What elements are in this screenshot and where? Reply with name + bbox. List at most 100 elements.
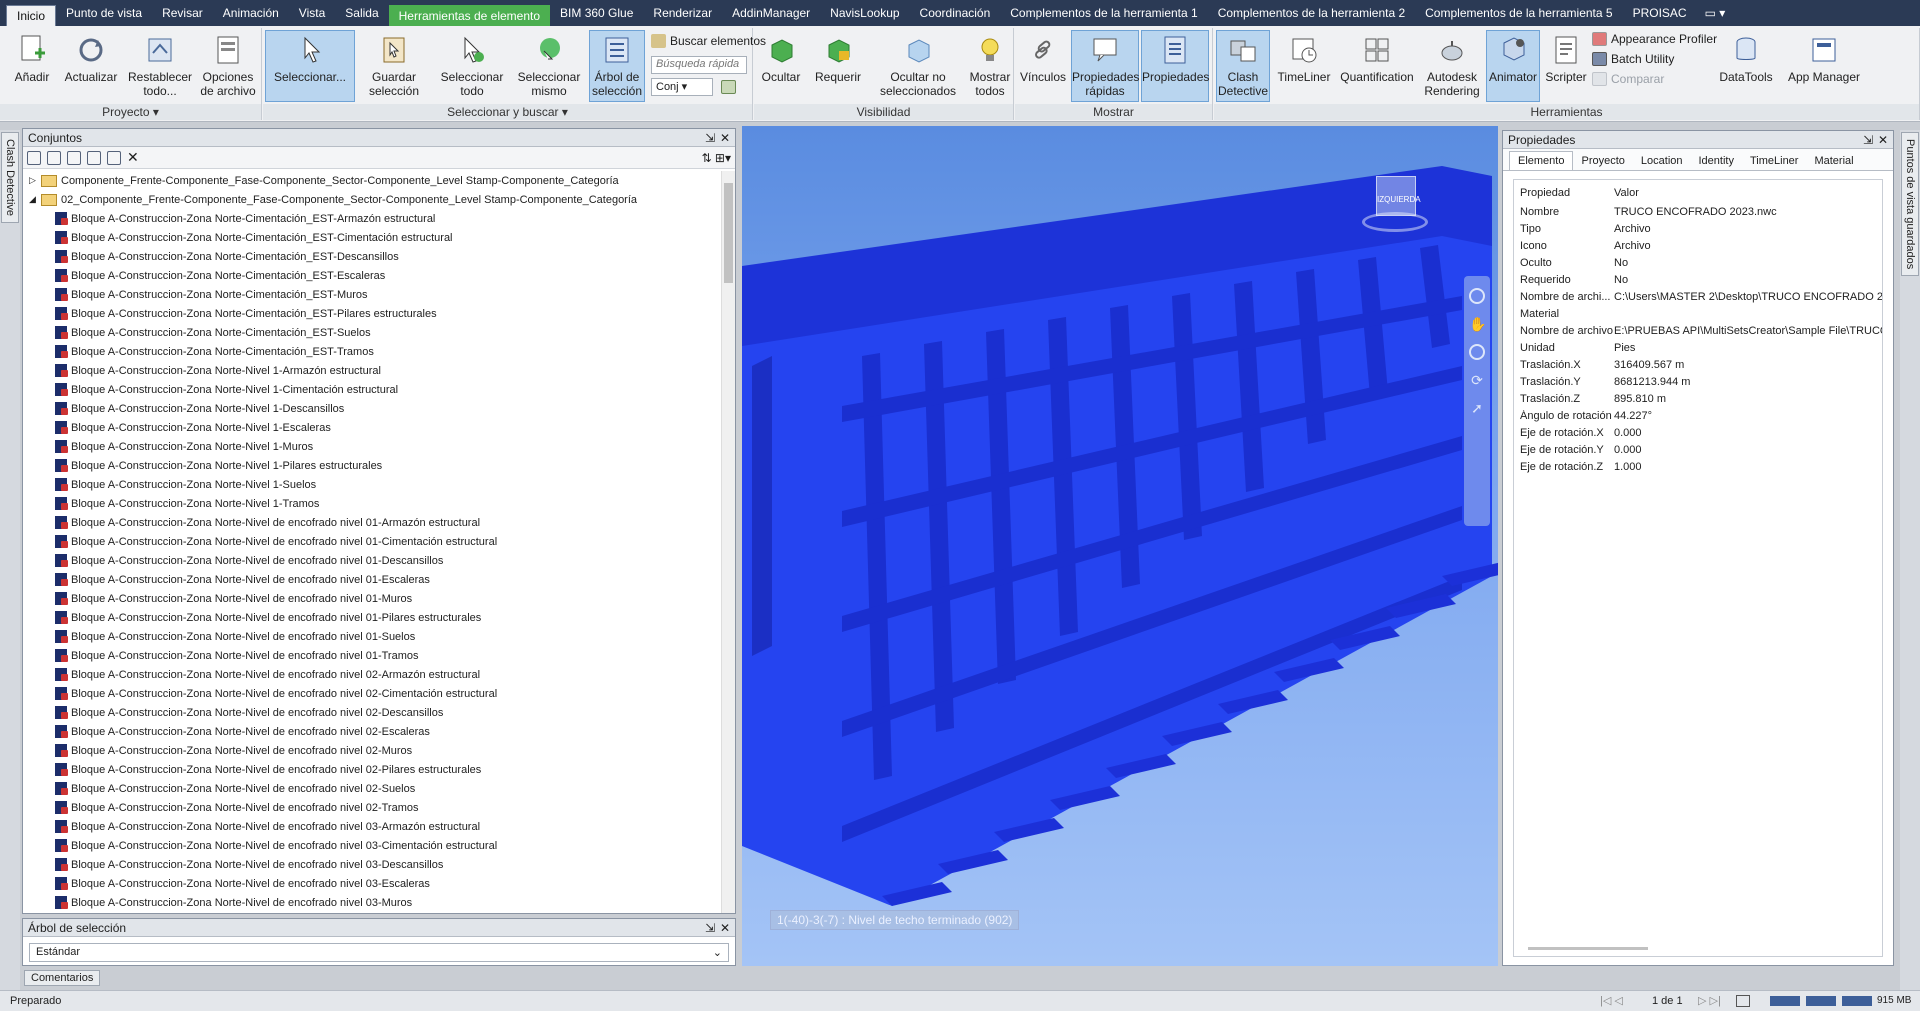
page-nav-next[interactable]: ▷ ▷| — [1698, 991, 1721, 1011]
tree-item[interactable]: Bloque A-Construccion-Zona Norte-Nivel d… — [23, 798, 721, 817]
tree-item[interactable]: Bloque A-Construccion-Zona Norte-Nivel d… — [23, 874, 721, 893]
seleccionar-button[interactable]: Seleccionar... — [265, 30, 355, 102]
viewcube[interactable]: IZQUIERDA — [1362, 176, 1428, 236]
tree-item[interactable]: Bloque A-Construccion-Zona Norte-Nivel 1… — [23, 399, 721, 418]
ocultar-no-seleccionados-button[interactable]: Ocultar no seleccionados — [870, 30, 966, 99]
property-row[interactable]: Nombre TRUCO ENCOFRADO 2023.nwc — [1514, 203, 1882, 220]
batch-utility-button[interactable]: Batch Utility — [1592, 52, 1674, 66]
pan-icon[interactable]: ✋ — [1469, 316, 1486, 332]
opciones-archivo-button[interactable]: Opciones de archivo — [198, 30, 258, 99]
clash-detective-button[interactable]: Clash Detective — [1216, 30, 1270, 102]
expand-icon[interactable]: ▷ — [29, 175, 41, 186]
comment-icon[interactable] — [107, 150, 121, 165]
tree-item[interactable]: Bloque A-Construccion-Zona Norte-Nivel d… — [23, 513, 721, 532]
tree-item[interactable]: Bloque A-Construccion-Zona Norte-Nivel d… — [23, 532, 721, 551]
tree-item[interactable]: Bloque A-Construccion-Zona Norte-Nivel d… — [23, 760, 721, 779]
vinculos-button[interactable]: Vínculos — [1017, 30, 1069, 85]
mostrar-todos-button[interactable]: Mostrar todos — [968, 30, 1012, 99]
pin-icon[interactable]: ⇲ — [1863, 131, 1873, 149]
ocultar-button[interactable]: Ocultar — [756, 30, 806, 85]
prop-tab-location[interactable]: Location — [1633, 152, 1691, 170]
tab-punto-de-vista[interactable]: Punto de vista — [56, 0, 152, 26]
property-row[interactable]: Oculto No — [1514, 254, 1882, 271]
prop-tab-elemento[interactable]: Elemento — [1509, 151, 1574, 170]
new-folder-icon[interactable] — [67, 150, 81, 165]
tree-item[interactable]: Bloque A-Construccion-Zona Norte-Nivel d… — [23, 836, 721, 855]
tab-addinmanager[interactable]: AddinManager — [722, 0, 820, 26]
tree-item[interactable]: Bloque A-Construccion-Zona Norte-Nivel d… — [23, 722, 721, 741]
arbol-mode-select[interactable]: Estándar ⌄ — [29, 943, 729, 962]
tree-item[interactable]: Bloque A-Construccion-Zona Norte-Nivel d… — [23, 665, 721, 684]
tree-root-1[interactable]: ▷ Componente_Frente-Componente_Fase-Comp… — [23, 171, 721, 190]
compass-ring[interactable] — [1362, 212, 1428, 232]
sheet-browser-icon[interactable] — [1736, 995, 1750, 1007]
ribbon-options-icon[interactable]: ▭ ▾ — [1697, 0, 1734, 26]
tab-animación[interactable]: Animación — [213, 0, 289, 26]
3d-viewport[interactable]: IZQUIERDA ✋ ⟳ ➚ 1(-40)-3(-7) : Nivel de … — [742, 126, 1498, 966]
timeliner-button[interactable]: TimeLiner — [1274, 30, 1334, 85]
viewcube-face[interactable]: IZQUIERDA — [1376, 176, 1421, 216]
tree-item[interactable]: Bloque A-Construccion-Zona Norte-Cimenta… — [23, 285, 721, 304]
sort-icon[interactable]: ⇅ ⊞▾ — [702, 151, 731, 165]
prop-tab-timeliner[interactable]: TimeLiner — [1742, 152, 1807, 170]
property-row[interactable]: Traslación.Z 895.810 m — [1514, 390, 1882, 407]
tree-item[interactable]: Bloque A-Construccion-Zona Norte-Cimenta… — [23, 228, 721, 247]
tree-item[interactable]: Bloque A-Construccion-Zona Norte-Nivel 1… — [23, 418, 721, 437]
conjuntos-scrollbar[interactable] — [721, 171, 735, 913]
arbol-seleccion-button[interactable]: Árbol de selección — [589, 30, 645, 102]
orbit-icon[interactable]: ⟳ — [1469, 372, 1485, 388]
property-row[interactable]: Eje de rotación.X 0.000 — [1514, 424, 1882, 441]
prop-tab-identity[interactable]: Identity — [1691, 152, 1742, 170]
steering-wheel-icon[interactable] — [1469, 288, 1485, 304]
tree-item[interactable]: Bloque A-Construccion-Zona Norte-Cimenta… — [23, 247, 721, 266]
property-row[interactable]: Icono Archivo — [1514, 237, 1882, 254]
restablecer-button[interactable]: Restablecer todo... — [126, 30, 194, 99]
close-icon[interactable]: ✕ — [720, 919, 730, 937]
tree-item[interactable]: Bloque A-Construccion-Zona Norte-Nivel 1… — [23, 475, 721, 494]
puntos-vista-dock-tab[interactable]: Puntos de vista guardados — [1901, 132, 1919, 277]
property-row[interactable]: Ángulo de rotación 44.227° — [1514, 407, 1882, 424]
tree-item[interactable]: Bloque A-Construccion-Zona Norte-Cimenta… — [23, 266, 721, 285]
tab-bim-360-glue[interactable]: BIM 360 Glue — [550, 0, 643, 26]
tab-herramientas-de-elemento[interactable]: Herramientas de elemento — [388, 5, 551, 26]
tree-root-2[interactable]: ◢ 02_Componente_Frente-Componente_Fase-C… — [23, 190, 721, 209]
tree-item[interactable]: Bloque A-Construccion-Zona Norte-Cimenta… — [23, 342, 721, 361]
buscar-elementos-button[interactable]: Buscar elementos — [651, 34, 766, 48]
pin-icon[interactable]: ⇲ — [705, 919, 715, 937]
pin-icon[interactable]: ⇲ — [705, 129, 715, 147]
save-set-icon[interactable] — [27, 150, 41, 165]
collapse-icon[interactable]: ◢ — [29, 194, 41, 205]
scroll-thumb[interactable] — [724, 183, 733, 283]
sets-icon[interactable] — [721, 80, 736, 94]
appearance-profiler-button[interactable]: Appearance Profiler — [1592, 32, 1717, 46]
tree-item[interactable]: Bloque A-Construccion-Zona Norte-Cimenta… — [23, 304, 721, 323]
tree-item[interactable]: Bloque A-Construccion-Zona Norte-Nivel d… — [23, 855, 721, 874]
property-row[interactable]: Tipo Archivo — [1514, 220, 1882, 237]
tab-proisac[interactable]: PROISAC — [1623, 0, 1697, 26]
delete-icon[interactable]: ✕ — [127, 149, 139, 166]
property-row[interactable]: Traslación.X 316409.567 m — [1514, 356, 1882, 373]
property-row[interactable]: Eje de rotación.Y 0.000 — [1514, 441, 1882, 458]
tree-item[interactable]: Bloque A-Construccion-Zona Norte-Nivel d… — [23, 741, 721, 760]
comparar-button[interactable]: Comparar — [1592, 72, 1664, 86]
tree-item[interactable]: Bloque A-Construccion-Zona Norte-Nivel 1… — [23, 380, 721, 399]
tab-complementos-de-la-herramienta-1[interactable]: Complementos de la herramienta 1 — [1000, 0, 1207, 26]
anadir-button[interactable]: Añadir — [6, 30, 58, 85]
tree-item[interactable]: Bloque A-Construccion-Zona Norte-Nivel d… — [23, 893, 721, 912]
duplicate-icon[interactable] — [87, 150, 101, 165]
property-row[interactable]: Traslación.Y 8681213.944 m — [1514, 373, 1882, 390]
tree-item[interactable]: Bloque A-Construccion-Zona Norte-Nivel 1… — [23, 437, 721, 456]
property-row[interactable]: Material — [1514, 305, 1882, 322]
quantification-button[interactable]: Quantification — [1336, 30, 1418, 85]
clash-detective-dock-tab[interactable]: Clash Detective — [1, 132, 19, 224]
tree-item[interactable]: Bloque A-Construccion-Zona Norte-Nivel d… — [23, 684, 721, 703]
property-row[interactable]: Nombre de archi... C:\Users\MASTER 2\Desk… — [1514, 288, 1882, 305]
tree-item[interactable]: Bloque A-Construccion-Zona Norte-Nivel d… — [23, 570, 721, 589]
tab-coordinación[interactable]: Coordinación — [910, 0, 1001, 26]
guardar-seleccion-button[interactable]: Guardar selección — [359, 30, 429, 99]
actualizar-button[interactable]: Actualizar — [60, 30, 122, 85]
propiedades-button[interactable]: Propiedades — [1141, 30, 1209, 102]
property-row[interactable]: Eje de rotación.Z 1.000 — [1514, 458, 1882, 475]
comentarios-tab[interactable]: Comentarios — [24, 970, 101, 986]
property-row[interactable]: Requerido No — [1514, 271, 1882, 288]
